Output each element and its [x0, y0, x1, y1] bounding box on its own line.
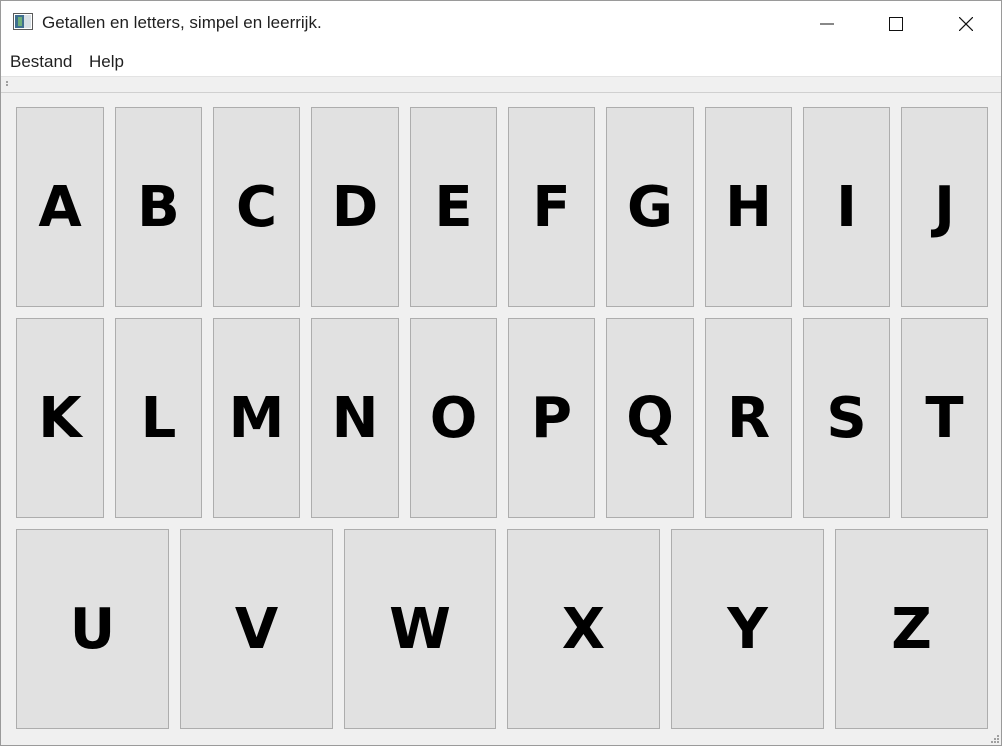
menu-bar: Bestand Help: [1, 46, 1001, 76]
key-c[interactable]: C: [213, 107, 300, 307]
key-s[interactable]: S: [803, 318, 890, 518]
key-a[interactable]: A: [16, 107, 104, 307]
key-b[interactable]: B: [115, 107, 202, 307]
key-n[interactable]: N: [311, 318, 399, 518]
close-button[interactable]: [943, 1, 989, 46]
close-icon: [959, 16, 973, 31]
key-u[interactable]: U: [16, 529, 169, 729]
key-v[interactable]: V: [180, 529, 333, 729]
key-y[interactable]: Y: [671, 529, 824, 729]
window-title: Getallen en letters, simpel en leerrijk.: [42, 13, 322, 32]
app-icon: [13, 13, 33, 30]
key-j[interactable]: J: [901, 107, 988, 307]
resize-grip-icon[interactable]: [989, 733, 999, 743]
key-h[interactable]: H: [705, 107, 792, 307]
app-window: Getallen en letters, simpel en leerrijk.…: [0, 0, 1002, 746]
key-z[interactable]: Z: [835, 529, 988, 729]
key-d[interactable]: D: [311, 107, 399, 307]
key-m[interactable]: M: [213, 318, 300, 518]
minimize-button[interactable]: [804, 1, 850, 46]
toolbar-grip[interactable]: [6, 81, 9, 89]
toolbar: [1, 76, 1001, 93]
title-bar: Getallen en letters, simpel en leerrijk.: [1, 1, 1001, 46]
key-x[interactable]: X: [507, 529, 660, 729]
key-p[interactable]: P: [508, 318, 595, 518]
key-k[interactable]: K: [16, 318, 104, 518]
key-w[interactable]: W: [344, 529, 496, 729]
key-o[interactable]: O: [410, 318, 497, 518]
key-g[interactable]: G: [606, 107, 694, 307]
menu-help[interactable]: Help: [89, 52, 124, 72]
key-l[interactable]: L: [115, 318, 202, 518]
key-r[interactable]: R: [705, 318, 792, 518]
key-t[interactable]: T: [901, 318, 988, 518]
minimize-icon: [820, 23, 834, 24]
menu-bestand[interactable]: Bestand: [10, 52, 72, 72]
key-f[interactable]: F: [508, 107, 595, 307]
key-i[interactable]: I: [803, 107, 890, 307]
maximize-button[interactable]: [873, 1, 919, 46]
key-e[interactable]: E: [410, 107, 497, 307]
maximize-icon: [889, 16, 903, 31]
key-q[interactable]: Q: [606, 318, 694, 518]
